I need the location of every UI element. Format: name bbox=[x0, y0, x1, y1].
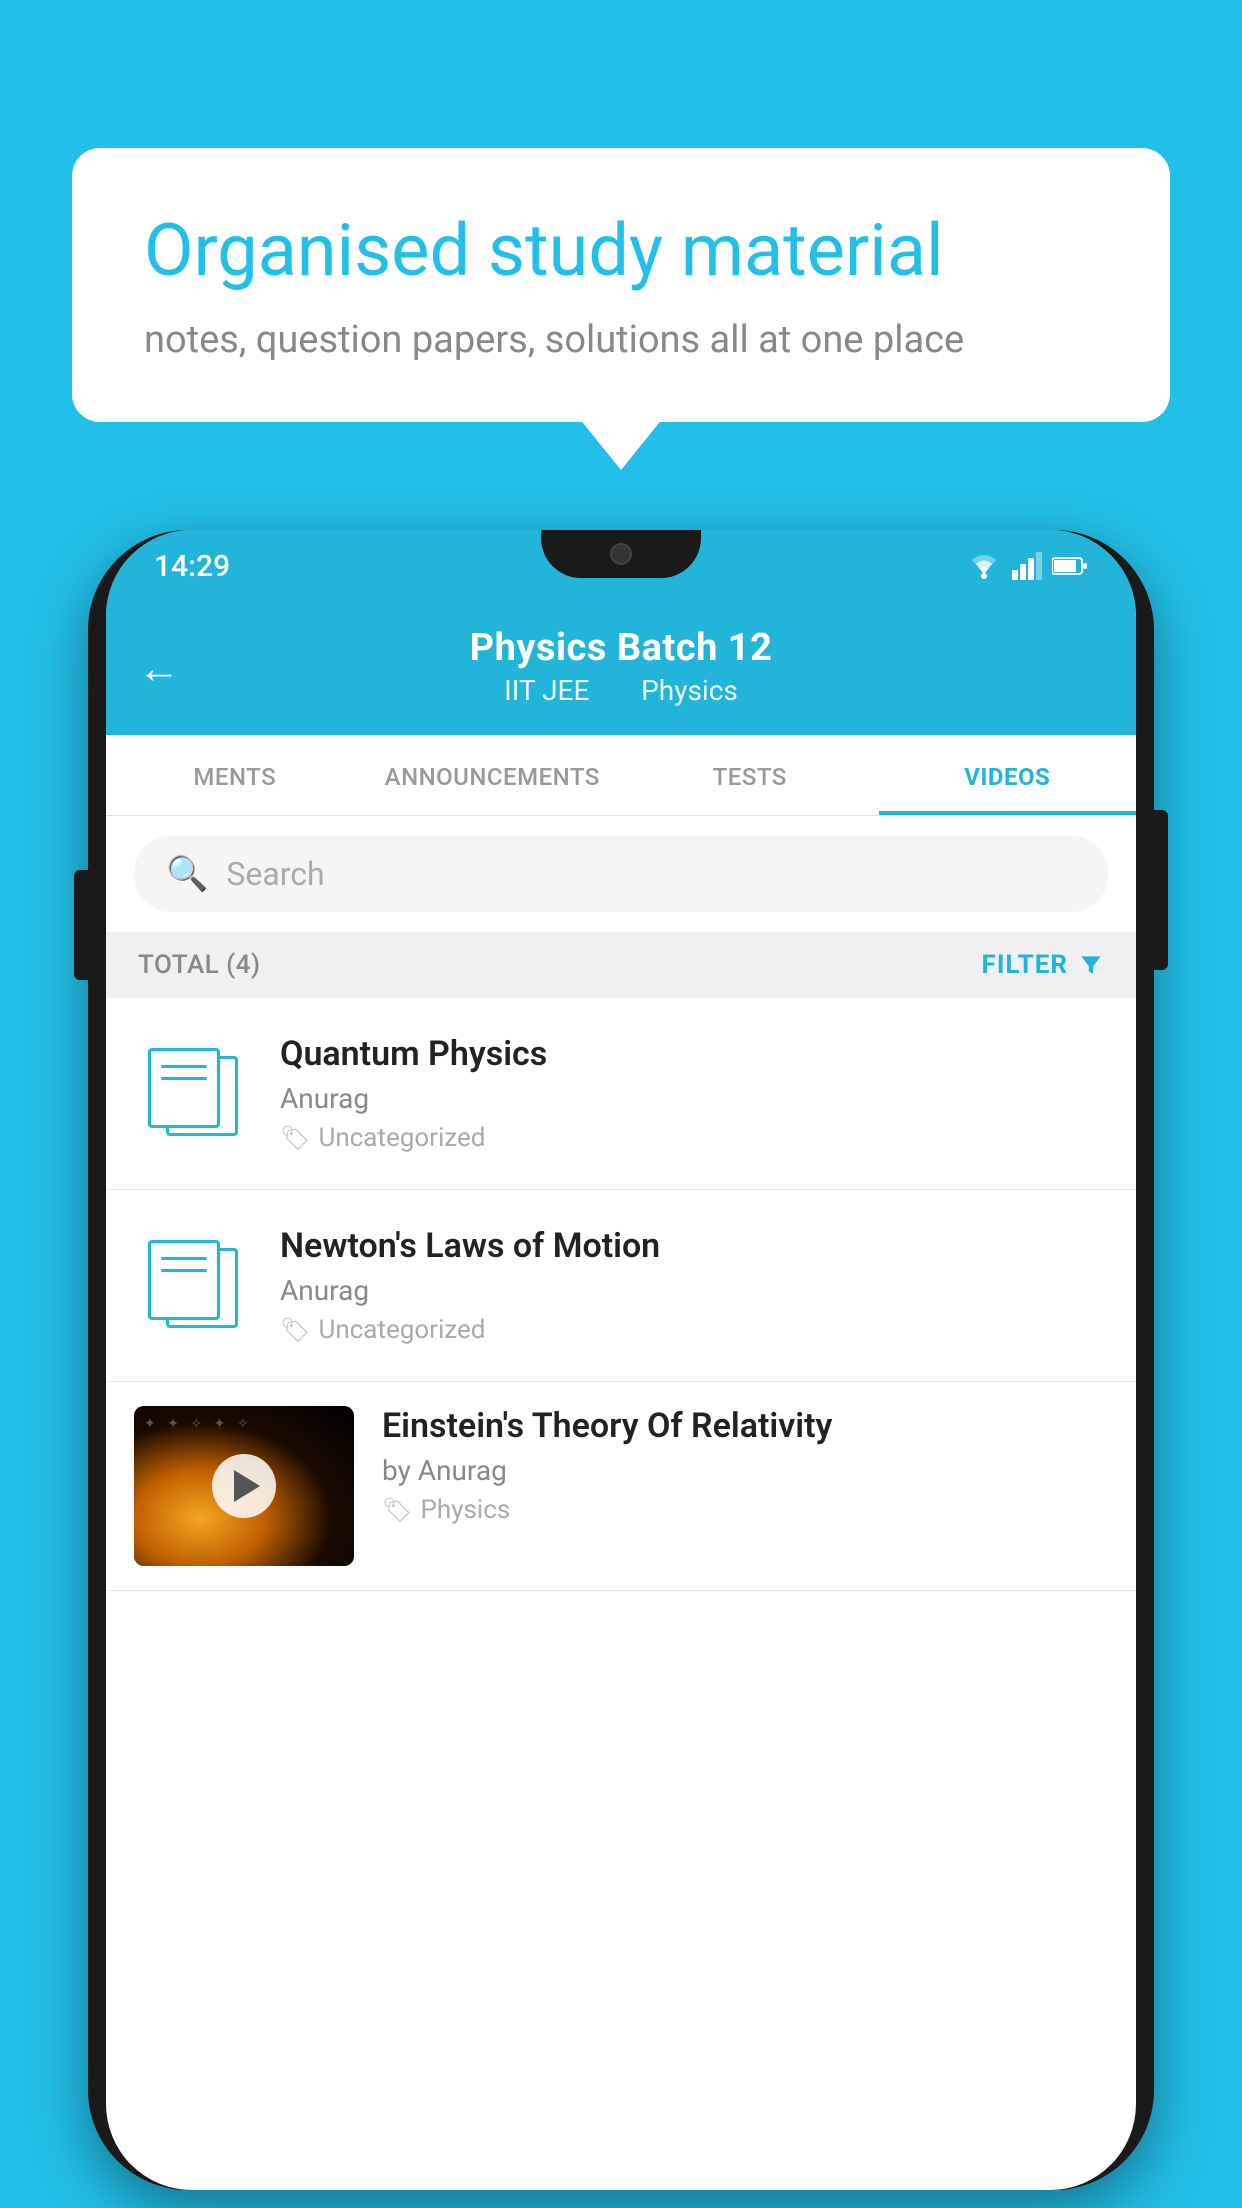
filter-icon bbox=[1078, 952, 1104, 978]
speech-bubble: Organised study material notes, question… bbox=[72, 148, 1170, 422]
notch bbox=[541, 530, 701, 578]
page-front-1 bbox=[148, 1048, 220, 1128]
header-tag1: IIT JEE bbox=[504, 674, 589, 707]
filter-bar: TOTAL (4) FILTER bbox=[106, 932, 1136, 998]
status-icons bbox=[966, 552, 1088, 580]
bubble-title: Organised study material bbox=[144, 208, 1098, 294]
video-thumb-2 bbox=[134, 1226, 252, 1344]
tab-announcements[interactable]: ANNOUNCEMENTS bbox=[364, 735, 622, 815]
header-title: Physics Batch 12 bbox=[470, 626, 773, 670]
video-title-1: Quantum Physics bbox=[280, 1034, 1108, 1074]
video-item-2[interactable]: Newton's Laws of Motion Anurag 🏷 Uncateg… bbox=[106, 1190, 1136, 1382]
wifi-icon bbox=[966, 552, 1002, 580]
play-icon bbox=[234, 1470, 260, 1502]
video-list: Quantum Physics Anurag 🏷 Uncategorized bbox=[106, 998, 1136, 1591]
video-tag-1: 🏷 Uncategorized bbox=[280, 1123, 1108, 1153]
einstein-author: by Anurag bbox=[382, 1454, 1108, 1487]
search-input-wrap[interactable]: 🔍 Search bbox=[134, 836, 1108, 912]
header-subtitle: IIT JEE Physics bbox=[492, 674, 750, 707]
bubble-subtitle: notes, question papers, solutions all at… bbox=[144, 318, 1098, 362]
video-tag-2: 🏷 Uncategorized bbox=[280, 1315, 1108, 1345]
play-button[interactable] bbox=[212, 1454, 276, 1518]
search-container: 🔍 Search bbox=[106, 816, 1136, 932]
back-button[interactable]: ← bbox=[138, 644, 180, 693]
filter-label: FILTER bbox=[982, 950, 1068, 980]
video-item-3[interactable]: Einstein's Theory Of Relativity by Anura… bbox=[106, 1382, 1136, 1591]
page-front-2 bbox=[148, 1240, 220, 1320]
tag-icon-1: 🏷 bbox=[280, 1124, 310, 1152]
einstein-info: Einstein's Theory Of Relativity by Anura… bbox=[382, 1406, 1108, 1525]
video-author-2: Anurag bbox=[280, 1274, 1108, 1307]
battery-icon bbox=[1052, 556, 1088, 576]
einstein-tag: 🏷 Physics bbox=[382, 1495, 1108, 1525]
tag-icon-3: 🏷 bbox=[382, 1496, 412, 1524]
app-header: ← Physics Batch 12 IIT JEE Physics bbox=[106, 602, 1136, 735]
video-thumb-1 bbox=[134, 1034, 252, 1152]
camera-dot bbox=[610, 543, 632, 565]
tag-icon-2: 🏷 bbox=[280, 1316, 310, 1344]
total-label: TOTAL (4) bbox=[138, 950, 261, 980]
phone-outer: 14:29 bbox=[88, 530, 1154, 2190]
folder-icon-1 bbox=[148, 1050, 238, 1136]
signal-icon bbox=[1012, 552, 1042, 580]
status-bar: 14:29 bbox=[106, 530, 1136, 602]
search-placeholder: Search bbox=[226, 855, 324, 893]
search-icon: 🔍 bbox=[166, 854, 208, 894]
video-info-2: Newton's Laws of Motion Anurag 🏷 Uncateg… bbox=[280, 1226, 1108, 1345]
video-author-1: Anurag bbox=[280, 1082, 1108, 1115]
tab-tests[interactable]: TESTS bbox=[621, 735, 879, 815]
phone-wrapper: 14:29 bbox=[88, 530, 1154, 2190]
video-info-1: Quantum Physics Anurag 🏷 Uncategorized bbox=[280, 1034, 1108, 1153]
phone-screen: 14:29 bbox=[106, 530, 1136, 2190]
einstein-title: Einstein's Theory Of Relativity bbox=[382, 1406, 1108, 1446]
tab-ments[interactable]: MENTS bbox=[106, 735, 364, 815]
header-tag2: Physics bbox=[641, 674, 738, 707]
tab-videos[interactable]: VIDEOS bbox=[879, 735, 1137, 815]
tabs-bar: MENTS ANNOUNCEMENTS TESTS VIDEOS bbox=[106, 735, 1136, 816]
filter-button[interactable]: FILTER bbox=[982, 950, 1104, 980]
video-title-2: Newton's Laws of Motion bbox=[280, 1226, 1108, 1266]
status-time: 14:29 bbox=[154, 549, 230, 584]
folder-icon-2 bbox=[148, 1242, 238, 1328]
einstein-thumbnail bbox=[134, 1406, 354, 1566]
video-item-1[interactable]: Quantum Physics Anurag 🏷 Uncategorized bbox=[106, 998, 1136, 1190]
